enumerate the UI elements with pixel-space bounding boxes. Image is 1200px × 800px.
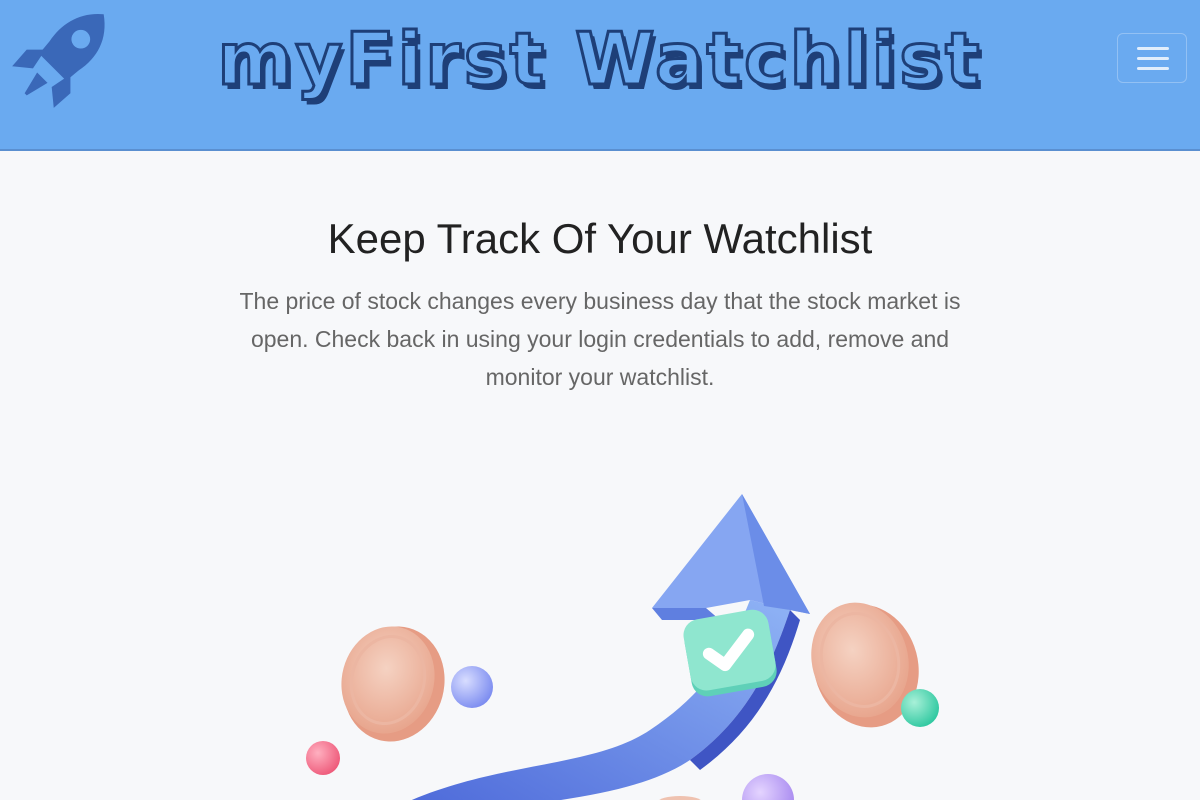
hero-title: Keep Track Of Your Watchlist xyxy=(327,215,873,262)
hamburger-menu-icon[interactable] xyxy=(1117,33,1187,83)
brand-title[interactable]: myFirst Watchlist xyxy=(0,14,1200,104)
hero-description: The price of stock changes every busines… xyxy=(239,288,961,390)
rising-arrow-coins-illustration xyxy=(306,494,939,800)
navbar: myFirst Watchlist xyxy=(0,0,1200,151)
